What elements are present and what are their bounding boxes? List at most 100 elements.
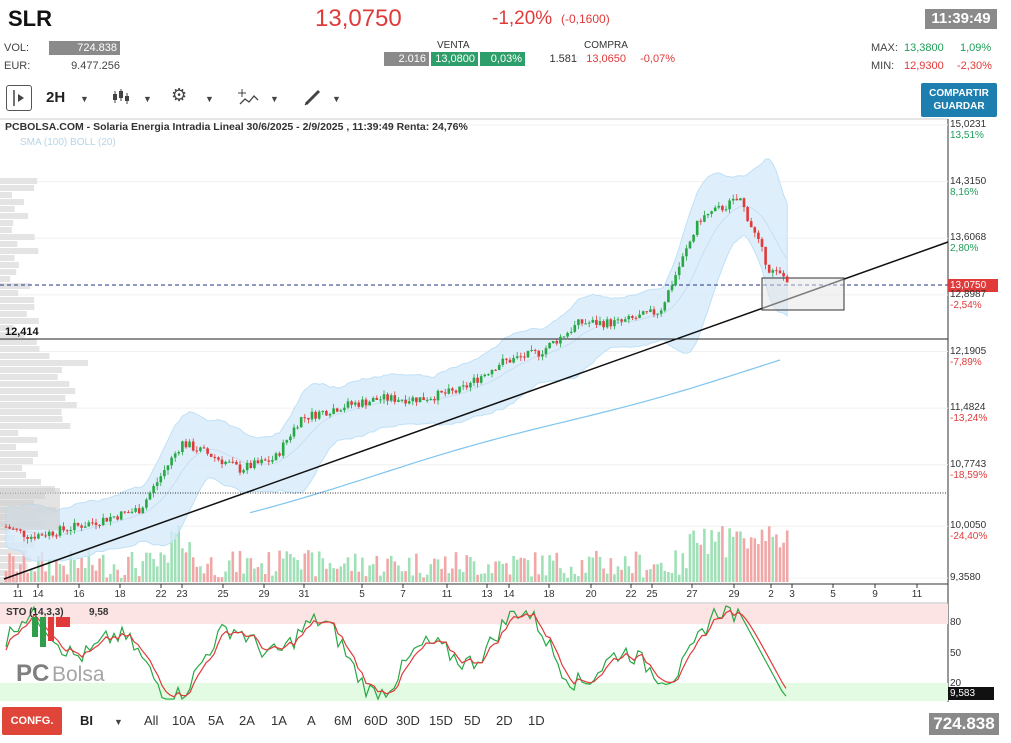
volume-bar [267,552,271,582]
volume-bar [440,568,443,582]
range-button-1d[interactable]: 1D [528,713,545,728]
candle-body [458,386,461,393]
volume-bar [677,574,681,582]
gear-icon[interactable]: ⚙ [171,85,187,106]
volume-profile-bar [0,346,40,352]
stochastic-label[interactable]: STO (14,3,3) [6,607,64,618]
candle-body [361,399,364,407]
range-button-30d[interactable]: 30D [396,713,420,728]
candle-body [652,309,656,315]
candle-body [670,285,674,291]
chevron-down-icon[interactable]: ▼ [205,94,214,104]
range-button-5a[interactable]: 5A [208,713,224,728]
venta-pct: 0,03% [480,52,525,66]
range-button-5d[interactable]: 5D [464,713,481,728]
volume-bar [400,571,404,582]
chevron-down-icon[interactable]: ▼ [270,94,279,104]
candle-body [202,447,206,449]
share-label: COMPARTIR [929,88,989,99]
total-volume: 724.838 [929,713,999,735]
candle-body [350,401,353,405]
indicator-legend[interactable]: SMA (100) BOLL (20) [20,137,116,148]
y-tick-label: 15,0231 [950,119,987,130]
range-button-a[interactable]: A [307,713,316,728]
scale-mode-selector[interactable]: BI [80,713,93,728]
volume-bar [296,559,299,582]
y-tick-percent: -2,54% [950,299,982,311]
price-zone-box[interactable] [761,277,845,311]
y-tick-label: 10,7743 [950,458,987,470]
candle-body [145,499,148,508]
volume-bar [742,538,746,582]
y-tick-label: 9,3580 [950,572,981,583]
interval-selector[interactable]: 2H [46,89,65,106]
compra-qty: 1.581 [549,53,577,65]
candle-body [512,357,515,363]
range-button-6m[interactable]: 6M [334,713,352,728]
x-tick-label: 29 [728,589,740,600]
sidebar-toggle-button[interactable] [6,85,32,111]
candle-body [447,388,451,394]
volume-bar [425,574,429,582]
range-button-60d[interactable]: 60D [364,713,388,728]
watermark-bolsa: Bolsa [52,663,105,686]
volume-bar [465,555,469,582]
indicators-button[interactable] [238,88,260,111]
candle-body [260,459,263,464]
candle-body [587,322,591,324]
volume-bar [634,551,638,582]
candle-body [94,522,98,525]
candle-body [544,348,548,355]
candle-body [47,531,51,536]
compra-price: 13,0650 [586,53,626,65]
candle-body [472,377,476,383]
volume-bar [155,566,159,582]
volume-bar [55,559,58,582]
drawing-tools-button[interactable] [303,88,323,111]
candle-body [404,399,407,404]
chevron-down-icon[interactable]: ▼ [114,717,123,727]
volume-bar [65,574,69,582]
candle-body [746,207,749,222]
volume-bar [717,531,721,582]
candle-body [271,459,274,462]
candle-body [307,417,310,420]
volume-bar [109,573,112,582]
chevron-down-icon[interactable]: ▼ [80,94,89,104]
min-value: 12,9300 [904,60,944,72]
volume-bar [663,570,667,582]
price-chart[interactable]: 11 14 16 18 22 23 25 29 31 5 7 11 13 14 18 20 22 25 27 29 2 3… [0,118,1011,708]
volume-bar [368,565,371,582]
volume-bar [551,560,555,582]
candle-body [339,410,343,412]
volume-bar [371,564,375,582]
range-button-2d[interactable]: 2D [496,713,513,728]
chart-type-button[interactable] [111,88,131,111]
range-button-all[interactable]: All [144,713,158,728]
volume-bar [159,552,163,582]
range-button-1a[interactable]: 1A [271,713,287,728]
config-button[interactable]: CONFG. [2,707,62,735]
range-button-2a[interactable]: 2A [239,713,255,728]
candle-body [533,349,537,351]
volume-profile-bar [0,241,18,247]
volume-bar [548,555,551,582]
chevron-down-icon[interactable]: ▼ [332,94,341,104]
candle-body [346,401,350,408]
volume-bar [346,557,350,582]
volume-bar [749,537,753,582]
volume-bar [94,570,98,582]
volume-bar [256,567,260,582]
min-label: MIN: [871,60,895,72]
range-button-10a[interactable]: 10A [172,713,195,728]
x-tick-label: 25 [217,589,229,600]
candle-body [274,453,278,460]
panel-toggle-icon [13,90,24,106]
candle-body [785,276,789,283]
range-button-15d[interactable]: 15D [429,713,453,728]
share-save-button[interactable]: COMPARTIR GUARDAR [921,83,997,117]
volume-bar [281,558,285,582]
chevron-down-icon[interactable]: ▼ [143,94,152,104]
volume-profile-bar [0,402,77,408]
candle-body [742,198,746,208]
